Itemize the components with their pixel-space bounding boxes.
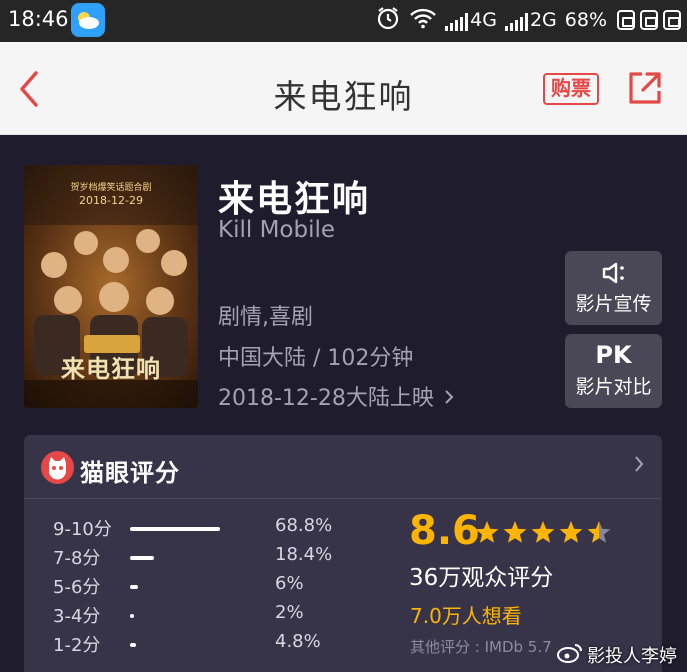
rating-distribution-row: 9-10分 68.8% bbox=[24, 515, 384, 541]
rating-score: 8.6 bbox=[409, 508, 480, 554]
distribution-bar-fill bbox=[130, 585, 138, 589]
rating-distribution-row: 7-8分 18.4% bbox=[24, 544, 384, 570]
distribution-percent: 68.8% bbox=[275, 515, 333, 536]
distribution-bar bbox=[130, 585, 261, 589]
distribution-label: 3-4分 bbox=[53, 606, 101, 627]
distribution-percent: 18.4% bbox=[275, 544, 333, 565]
distribution-percent: 2% bbox=[275, 602, 304, 623]
maoyan-cat-icon bbox=[41, 451, 74, 484]
notification-icon bbox=[640, 10, 658, 30]
star-icon bbox=[559, 521, 583, 543]
movie-region-duration: 中国大陆 / 102分钟 bbox=[218, 346, 414, 371]
distribution-bar bbox=[130, 556, 261, 560]
distribution-label: 9-10分 bbox=[53, 519, 112, 540]
distribution-bar bbox=[130, 643, 261, 647]
weather-app-icon bbox=[71, 3, 105, 37]
trailer-label: 影片宣传 bbox=[575, 293, 652, 315]
poster-title: 来电狂响 bbox=[61, 355, 161, 383]
rating-distribution-row: 1-2分 4.8% bbox=[24, 631, 384, 657]
battery-percent: 68% bbox=[564, 9, 607, 31]
chevron-right-icon bbox=[634, 455, 644, 477]
movie-english-title: Kill Mobile bbox=[218, 217, 336, 243]
distribution-label: 7-8分 bbox=[53, 548, 101, 569]
distribution-bar-fill bbox=[130, 556, 154, 560]
movie-release-date: 2018-12-28大陆上映 bbox=[218, 386, 434, 411]
status-time: 18:46 bbox=[8, 7, 69, 31]
network-label-1: 4G bbox=[470, 9, 497, 31]
rating-distribution-row: 5-6分 6% bbox=[24, 573, 384, 599]
speaker-icon bbox=[601, 261, 627, 289]
rating-distribution-row: 3-4分 2% bbox=[24, 602, 384, 628]
star-icon bbox=[531, 521, 555, 543]
star-icon bbox=[503, 521, 527, 543]
movie-genres: 剧情,喜剧 bbox=[218, 305, 313, 330]
distribution-bar bbox=[130, 527, 261, 531]
signal-icon bbox=[445, 13, 469, 31]
distribution-percent: 6% bbox=[275, 573, 304, 594]
other-ratings: 其他评分 : IMDb 5.7 bbox=[410, 638, 552, 656]
status-bar: 18:46 4G 2G 68% bbox=[0, 0, 687, 42]
pk-icon: PK bbox=[595, 341, 632, 369]
notification-icon bbox=[663, 10, 681, 30]
distribution-label: 1-2分 bbox=[53, 635, 101, 656]
watermark: 影投人李婷 bbox=[557, 641, 677, 669]
distribution-bar-fill bbox=[130, 614, 134, 618]
star-rating bbox=[475, 521, 611, 543]
rating-title: 猫眼评分 bbox=[80, 459, 180, 487]
weibo-icon bbox=[557, 642, 583, 669]
watermark-text: 影投人李婷 bbox=[587, 646, 677, 667]
rating-header[interactable]: 猫眼评分 bbox=[24, 435, 662, 499]
distribution-percent: 4.8% bbox=[275, 631, 321, 652]
buy-ticket-button[interactable]: 购票 bbox=[543, 73, 599, 105]
compare-label: 影片对比 bbox=[575, 376, 652, 398]
network-label-2: 2G bbox=[529, 9, 557, 31]
distribution-bar bbox=[130, 614, 261, 618]
want-to-see-count: 7.0万人想看 bbox=[410, 604, 522, 628]
share-icon[interactable] bbox=[627, 70, 663, 106]
wifi-icon bbox=[409, 7, 437, 34]
rating-votes: 36万观众评分 bbox=[409, 565, 554, 591]
rating-card: 猫眼评分 9-10分 68.8% 7-8分 18.4% 5-6分 6% 3-4分 2% 1-2分… bbox=[24, 435, 662, 672]
distribution-bar-fill bbox=[130, 527, 220, 531]
trailer-button[interactable]: 影片宣传 bbox=[565, 251, 662, 325]
notification-icon bbox=[617, 10, 635, 30]
movie-poster[interactable]: 贺岁档爆笑话题合剧 2018-12-29 来电狂响 bbox=[24, 165, 198, 408]
star-icon bbox=[475, 521, 499, 543]
distribution-bar-fill bbox=[130, 643, 136, 647]
star-icon bbox=[587, 521, 611, 543]
alarm-icon bbox=[375, 5, 401, 36]
status-icons: 4G 2G 68% bbox=[375, 6, 681, 34]
chevron-right-icon bbox=[444, 386, 454, 411]
compare-button[interactable]: PK 影片对比 bbox=[565, 334, 662, 408]
nav-bar: 来电狂响 购票 bbox=[0, 42, 687, 135]
distribution-label: 5-6分 bbox=[53, 577, 101, 598]
movie-title: 来电狂响 bbox=[218, 179, 371, 220]
movie-release-link[interactable]: 2018-12-28大陆上映 bbox=[218, 380, 454, 412]
poster-date: 2018-12-29 bbox=[79, 194, 143, 207]
signal-icon bbox=[504, 13, 528, 31]
poster-badge: 贺岁档爆笑话题合剧 bbox=[70, 183, 152, 193]
